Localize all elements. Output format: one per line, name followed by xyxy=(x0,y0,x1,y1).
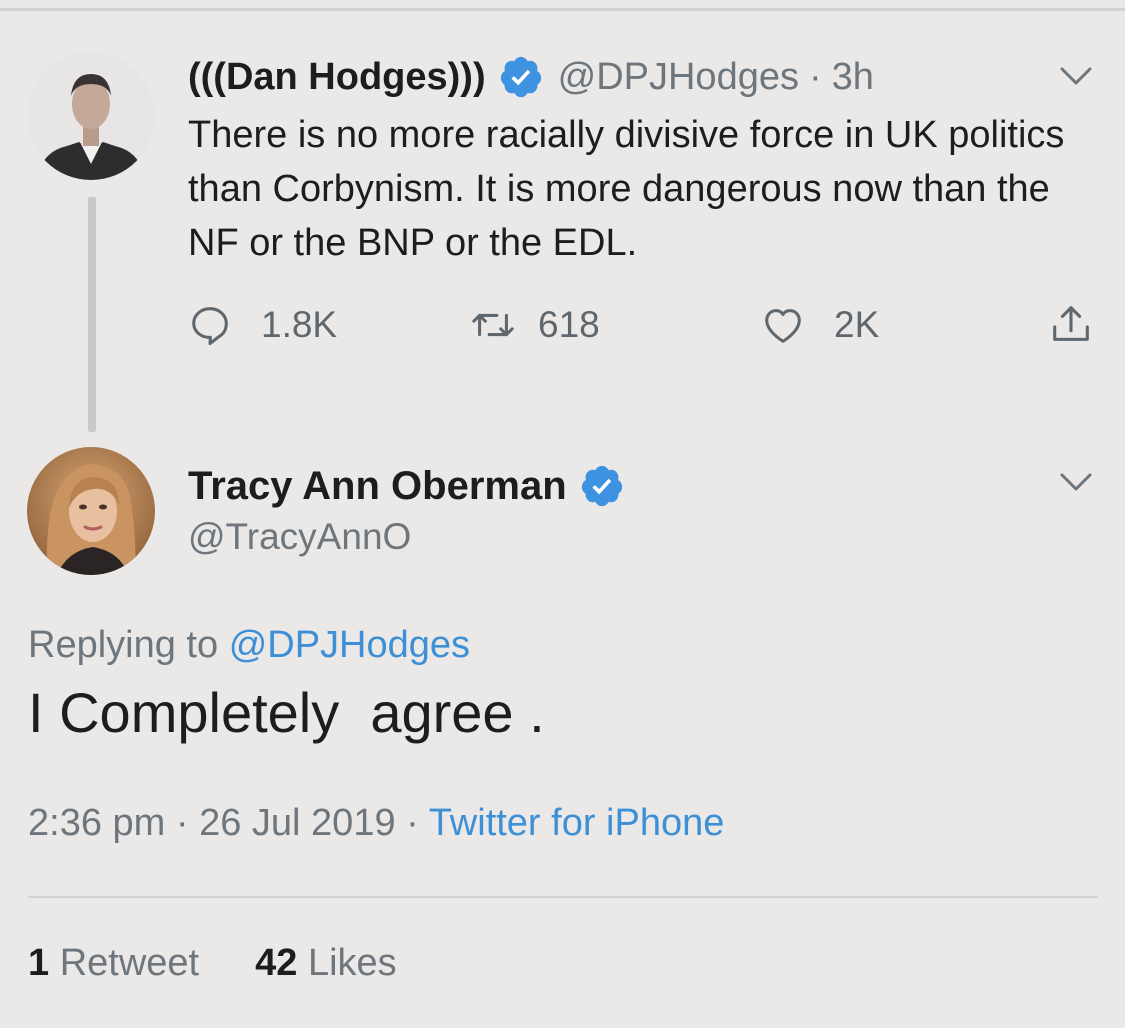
replying-prefix: Replying to xyxy=(28,624,219,666)
share-button[interactable] xyxy=(1048,300,1094,350)
top-divider xyxy=(0,8,1125,11)
main-author-name[interactable]: Tracy Ann Oberman xyxy=(188,464,567,509)
share-icon xyxy=(1053,306,1089,341)
avatar-tracy-ann-oberman[interactable] xyxy=(27,447,155,575)
retweet-icon xyxy=(472,313,514,337)
parent-tweet-header: (((Dan Hodges))) @DPJHodges · 3h xyxy=(188,52,874,102)
like-icon xyxy=(765,309,801,343)
stats-divider xyxy=(28,896,1098,898)
tweet-time: 2:36 pm xyxy=(28,802,166,844)
verified-badge-icon xyxy=(498,54,544,100)
header-separator: · xyxy=(808,55,822,98)
likes-stat[interactable]: 42 Likes xyxy=(255,942,397,985)
parent-tweet-text: There is no more racially divisive force… xyxy=(188,114,1065,264)
tweet-meta: 2:36 pm · 26 Jul 2019 · Twitter for iPho… xyxy=(28,802,724,845)
retweet-count: 618 xyxy=(538,304,600,345)
chevron-down-icon[interactable] xyxy=(1058,64,1094,88)
tweet-stats: 1 Retweet 42 Likes xyxy=(28,942,397,985)
like-count: 2K xyxy=(834,304,880,345)
reply-icon xyxy=(192,307,228,346)
replying-to-line: Replying to @DPJHodges xyxy=(28,624,470,667)
tweet-date: 26 Jul 2019 xyxy=(199,802,396,844)
like-button[interactable]: 2K xyxy=(760,300,879,350)
meta-separator: · xyxy=(406,802,419,844)
likes-count: 42 xyxy=(255,942,298,984)
main-tweet-text: I Completely agree . xyxy=(28,681,545,744)
reply-button[interactable]: 1.8K xyxy=(187,300,337,350)
retweet-label: Retweet xyxy=(59,942,200,984)
avatar-dan-hodges[interactable] xyxy=(27,52,155,180)
thread-connector-line xyxy=(88,197,96,432)
reply-count: 1.8K xyxy=(261,304,338,345)
main-author-name-row: Tracy Ann Oberman xyxy=(188,460,625,512)
parent-tweet-time[interactable]: 3h xyxy=(832,56,874,99)
tweet-source-link[interactable]: Twitter for iPhone xyxy=(429,802,725,844)
meta-separator: · xyxy=(175,802,189,844)
retweets-stat[interactable]: 1 Retweet xyxy=(28,942,199,985)
parent-author-name[interactable]: (((Dan Hodges))) xyxy=(188,56,486,99)
chevron-down-icon[interactable] xyxy=(1058,470,1094,494)
retweet-button[interactable]: 618 xyxy=(470,300,600,350)
main-author-handle[interactable]: @TracyAnnO xyxy=(188,516,411,558)
replying-to-link[interactable]: @DPJHodges xyxy=(229,624,470,666)
retweet-count: 1 xyxy=(28,942,50,984)
parent-author-handle[interactable]: @DPJHodges xyxy=(558,56,799,99)
verified-badge-icon xyxy=(579,463,625,509)
likes-label: Likes xyxy=(307,942,397,984)
